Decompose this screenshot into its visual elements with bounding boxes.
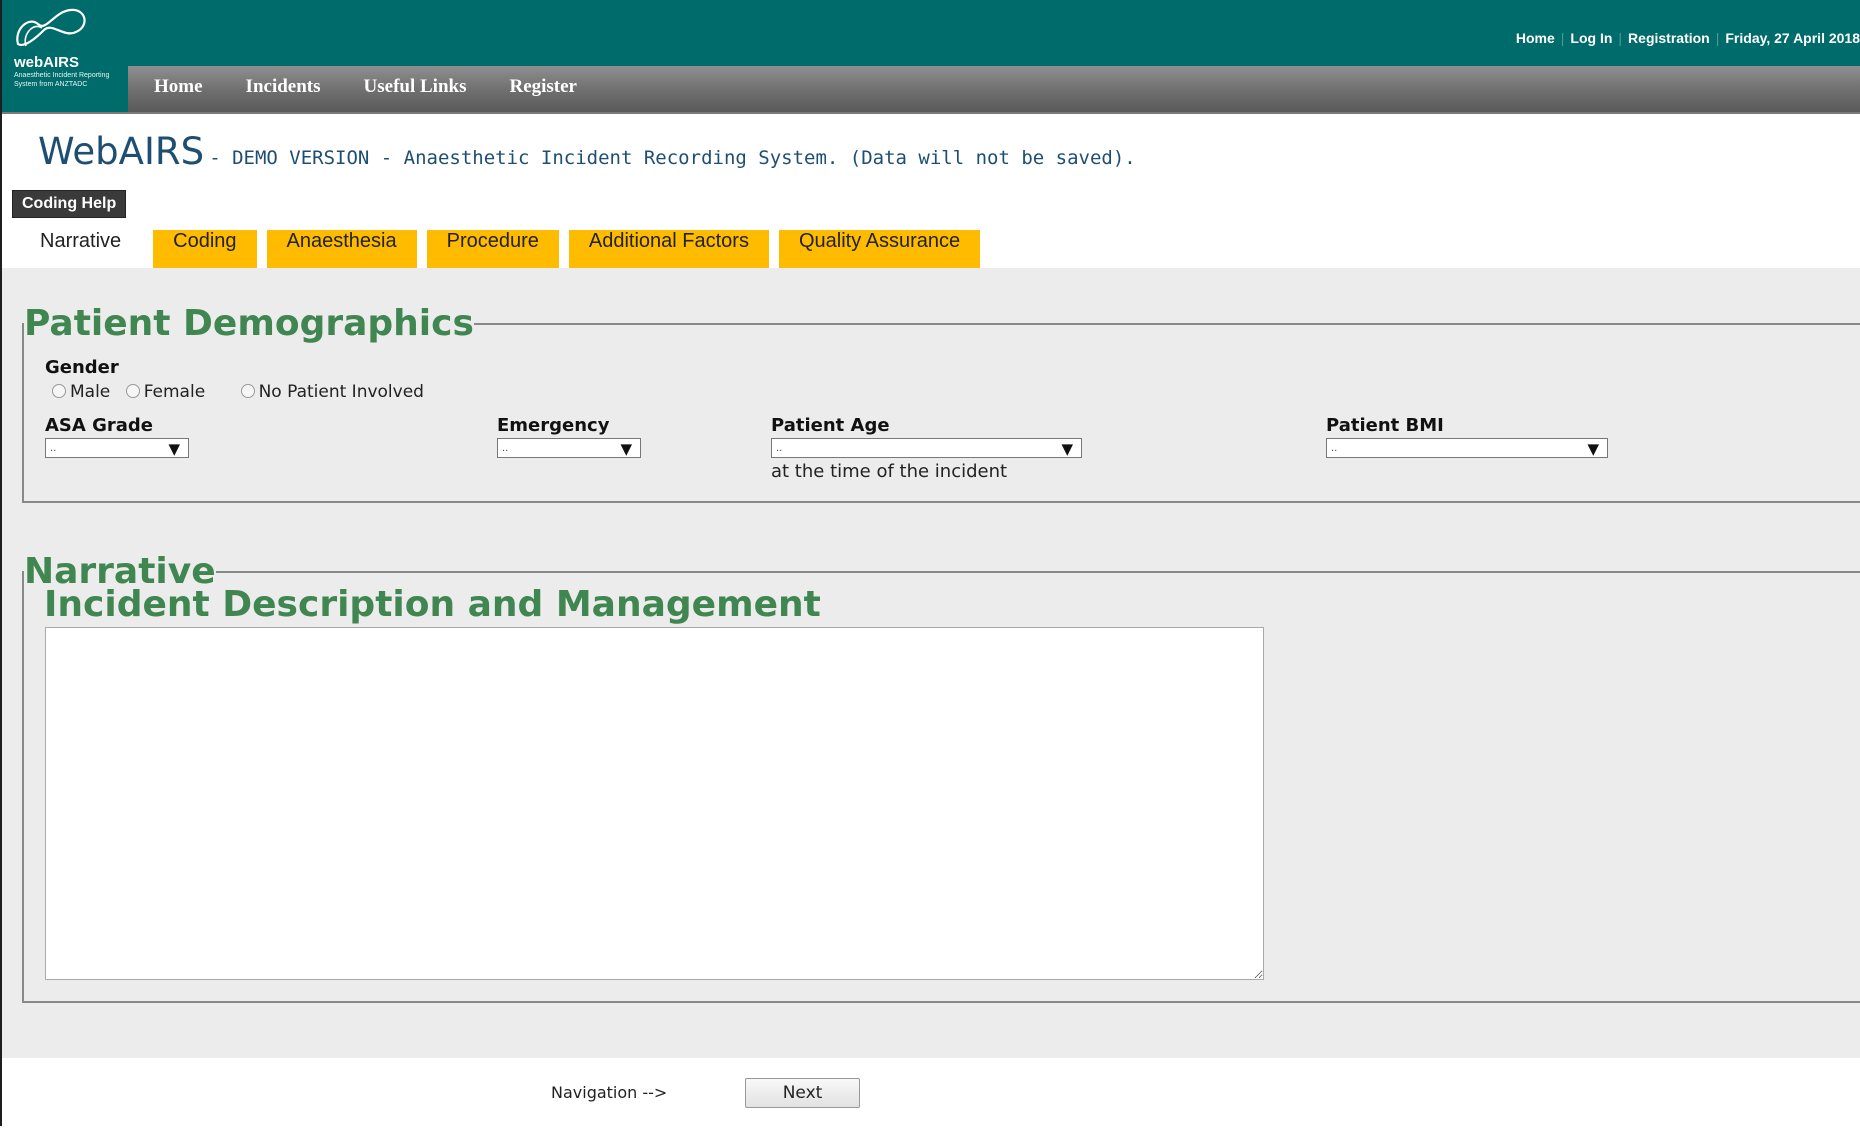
patient-age-select[interactable]: .. ▼ <box>771 438 1082 458</box>
coding-help-button[interactable]: Coding Help <box>12 190 127 218</box>
dropdown-arrow-icon: ▼ <box>1061 440 1073 458</box>
asa-grade-label: ASA Grade <box>45 415 153 436</box>
logo-tagline: Anaesthetic Incident Reporting System fr… <box>14 72 110 88</box>
nav-home[interactable]: Home <box>154 76 203 98</box>
main-nav: Home Incidents Useful Links Register <box>2 66 1860 114</box>
navigation-label: Navigation --> <box>551 1083 668 1102</box>
tab-narrative[interactable]: Narrative <box>18 230 144 268</box>
page-title: WebAIRS - DEMO VERSION - Anaesthetic Inc… <box>38 130 1136 173</box>
asa-grade-select[interactable]: .. ▼ <box>45 438 189 458</box>
dropdown-arrow-icon: ▼ <box>1587 440 1599 458</box>
tab-procedure[interactable]: Procedure <box>426 230 559 268</box>
incident-description-heading: Incident Description and Management <box>44 584 821 625</box>
header-bar: Home | Log In | Registration | Friday, 2… <box>2 0 1860 66</box>
patient-bmi-label: Patient BMI <box>1326 415 1444 436</box>
nav-register[interactable]: Register <box>509 76 577 98</box>
gender-option-male[interactable]: Male <box>52 382 110 402</box>
gender-label: Gender <box>45 357 119 378</box>
dropdown-arrow-icon: ▼ <box>620 440 632 458</box>
page-title-subtitle: - DEMO VERSION - Anaesthetic Incident Re… <box>209 147 1136 169</box>
top-link-registration[interactable]: Registration <box>1628 30 1710 46</box>
radio-female[interactable] <box>125 384 140 398</box>
top-links: Home | Log In | Registration | Friday, 2… <box>1515 30 1860 46</box>
tab-coding[interactable]: Coding <box>153 230 257 268</box>
tab-anaesthesia[interactable]: Anaesthesia <box>266 230 417 268</box>
nav-useful-links[interactable]: Useful Links <box>364 76 467 98</box>
patient-age-note: at the time of the incident <box>771 461 1008 482</box>
tab-additional-factors[interactable]: Additional Factors <box>568 230 769 268</box>
nav-incidents[interactable]: Incidents <box>246 76 321 98</box>
current-date: Friday, 27 April 2018 <box>1725 30 1860 46</box>
patient-bmi-select[interactable]: .. ▼ <box>1326 438 1608 458</box>
gender-option-female[interactable]: Female <box>125 382 205 402</box>
incident-description-textarea[interactable] <box>45 627 1264 980</box>
gender-option-no-patient[interactable]: No Patient Involved <box>240 382 424 402</box>
top-link-login[interactable]: Log In <box>1570 30 1612 46</box>
radio-no-patient[interactable] <box>240 384 255 398</box>
webairs-logo[interactable]: webAIRS Anaesthetic Incident Reporting S… <box>2 0 128 112</box>
page-title-main: WebAIRS <box>38 130 205 173</box>
tab-quality-assurance[interactable]: Quality Assurance <box>778 230 981 268</box>
emergency-select[interactable]: .. ▼ <box>497 438 641 458</box>
patient-age-label: Patient Age <box>771 415 890 436</box>
emergency-label: Emergency <box>497 415 610 436</box>
top-link-home[interactable]: Home <box>1516 30 1555 46</box>
radio-male[interactable] <box>52 384 66 398</box>
form-tabs: Narrative Coding Anaesthesia Procedure A… <box>18 230 990 268</box>
next-button[interactable]: Next <box>745 1078 860 1108</box>
dropdown-arrow-icon: ▼ <box>168 440 180 458</box>
patient-demographics-legend: Patient Demographics <box>24 303 474 344</box>
logo-brand: webAIRS <box>14 54 80 71</box>
gender-radio-group: Male Female No Patient Involved <box>52 382 434 402</box>
infinity-logo-icon <box>16 8 86 47</box>
